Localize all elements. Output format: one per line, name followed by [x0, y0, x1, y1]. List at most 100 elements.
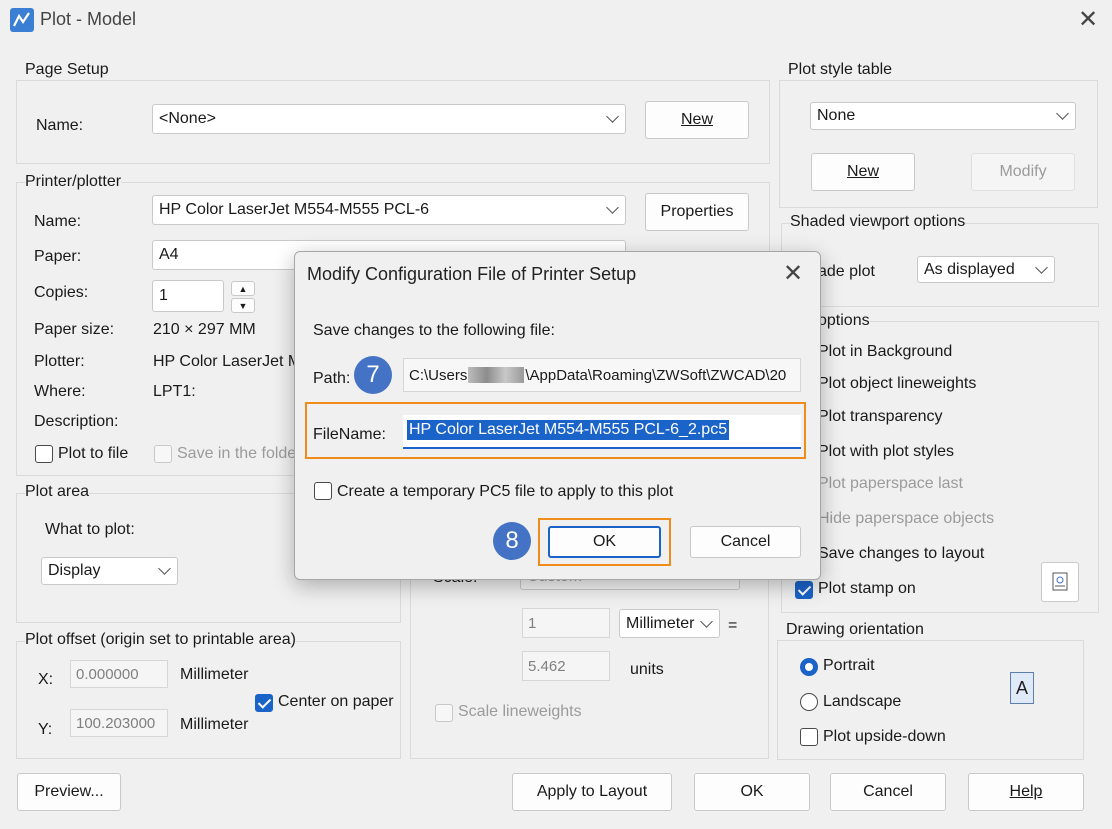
printer-name-combo[interactable]: HP Color LaserJet M554-M555 PCL-6	[152, 195, 626, 225]
offset-y-label: Y:	[38, 721, 53, 738]
portrait-radio[interactable]	[800, 658, 818, 676]
modal-path-field[interactable]: C:\Users \AppData\Roaming\ZWSoft\ZWCAD\20	[403, 358, 801, 392]
modal-path-start: C:\Users	[409, 366, 468, 384]
upside-down-label: Plot upside-down	[823, 728, 946, 745]
modal-filename-label: FileName:	[313, 426, 386, 443]
plot-stamp-settings-icon[interactable]	[1041, 562, 1079, 602]
redacted-username	[468, 367, 525, 383]
scale-lineweights-checkbox	[435, 704, 453, 722]
scale-value2-input[interactable]: 5.462	[522, 651, 610, 681]
modal-cancel-button[interactable]: Cancel	[690, 526, 801, 558]
step-badge-7: 7	[354, 356, 392, 394]
close-icon[interactable]: ✕	[1076, 8, 1100, 32]
plot-style-title: Plot style table	[788, 61, 893, 79]
shade-plot-value: As displayed	[924, 260, 1015, 278]
scale-units-label: units	[630, 661, 664, 678]
option-save-changes[interactable]: Save changes to layout	[818, 545, 984, 563]
option-plot-styles[interactable]: Plot with plot styles	[818, 443, 954, 461]
option-paperspace-last: Plot paperspace last	[818, 475, 963, 492]
option-hide-paperspace: Hide paperspace objects	[818, 510, 995, 527]
landscape-radio[interactable]	[800, 693, 818, 711]
center-on-paper-label: Center on paper	[278, 693, 394, 710]
temp-pc5-label: Create a temporary PC5 file to apply to …	[337, 483, 674, 500]
chevron-down-icon	[1056, 107, 1069, 120]
page-setup-name-label: Name:	[36, 117, 84, 134]
page-setup-title: Page Setup	[25, 61, 109, 79]
plot-offset-title: Plot offset (origin set to printable are…	[25, 631, 296, 649]
ok-button[interactable]: OK	[694, 773, 810, 811]
plotter-label: Plotter:	[34, 353, 85, 370]
paper-label: Paper:	[34, 248, 82, 265]
offset-x-unit: Millimeter	[180, 666, 249, 683]
paper-size-value: 210 × 297 MM	[153, 321, 256, 338]
page-setup-name-value: <None>	[159, 110, 216, 127]
step-badge-8: 8	[493, 522, 531, 560]
landscape-label: Landscape	[823, 693, 902, 710]
plot-to-file-checkbox[interactable]	[35, 445, 53, 463]
what-to-plot-combo[interactable]: Display	[41, 557, 178, 585]
paper-size-label: Paper size:	[34, 321, 115, 338]
chevron-down-icon	[1035, 260, 1048, 274]
printer-title: Printer/plotter	[25, 173, 122, 191]
shade-plot-combo[interactable]: As displayed	[917, 256, 1055, 283]
options-title: options	[818, 312, 870, 330]
offset-x-label: X:	[38, 671, 54, 688]
modal-close-icon[interactable]: ✕	[781, 262, 805, 286]
modal-path-end: \AppData\Roaming\ZWSoft\ZWCAD\20	[525, 366, 787, 384]
copies-up-icon[interactable]: ▲	[231, 281, 255, 296]
modify-config-dialog: Modify Configuration File of Printer Set…	[294, 251, 821, 580]
description-label: Description:	[34, 413, 119, 430]
chevron-down-icon	[606, 110, 619, 123]
printer-name-value: HP Color LaserJet M554-M555 PCL-6	[159, 201, 430, 218]
properties-button[interactable]: Properties	[645, 193, 749, 231]
offset-x-input[interactable]: 0.000000	[70, 660, 168, 688]
preview-button[interactable]: Preview...	[17, 773, 121, 811]
app-icon	[10, 8, 34, 32]
cancel-button[interactable]: Cancel	[830, 773, 946, 811]
plot-area-title: Plot area	[25, 483, 90, 501]
copies-input[interactable]: 1	[152, 280, 224, 312]
plot-to-file-label: Plot to file	[58, 445, 129, 462]
where-value: LPT1:	[153, 383, 196, 400]
chevron-down-icon	[158, 562, 171, 575]
plot-stamp-checkbox[interactable]	[795, 581, 813, 599]
option-plot-transparency[interactable]: Plot transparency	[818, 408, 943, 426]
printer-name-label: Name:	[34, 213, 82, 230]
page-setup-name-combo[interactable]: <None>	[152, 104, 626, 134]
modal-filename-input[interactable]: HP Color LaserJet M554-M555 PCL-6_2.pc5	[403, 415, 801, 449]
plot-style-new-button[interactable]: New	[811, 153, 915, 191]
page-setup-new-button[interactable]: New	[645, 101, 749, 139]
help-button[interactable]: Help	[968, 773, 1084, 811]
chevron-down-icon	[606, 201, 619, 214]
orientation-title: Drawing orientation	[786, 621, 924, 639]
modal-ok-button[interactable]: OK	[548, 526, 661, 558]
shaded-title: Shaded viewport options	[790, 213, 966, 231]
plotter-value: HP Color LaserJet M	[153, 353, 302, 370]
temp-pc5-checkbox[interactable]	[314, 482, 332, 500]
orientation-preview-icon: A	[1010, 672, 1034, 704]
offset-y-unit: Millimeter	[180, 716, 249, 733]
plot-style-modify-button: Modify	[971, 153, 1075, 191]
option-plot-lineweights[interactable]: Plot object lineweights	[818, 375, 976, 393]
scale-unit-value: Millimeter	[626, 614, 695, 632]
copies-down-icon[interactable]: ▼	[231, 298, 255, 313]
scale-unit-combo[interactable]: Millimeter	[619, 609, 720, 638]
plot-style-value: None	[817, 107, 856, 124]
option-plot-stamp[interactable]: Plot stamp on	[818, 580, 916, 598]
scale-value1-input[interactable]: 1	[522, 608, 610, 638]
save-in-folder-label: Save in the folde	[177, 445, 297, 462]
center-on-paper-checkbox[interactable]	[255, 694, 273, 712]
portrait-label: Portrait	[823, 657, 875, 674]
what-to-plot-label: What to plot:	[45, 521, 135, 538]
window-title: Plot - Model	[40, 9, 137, 29]
option-plot-background[interactable]: Plot in Background	[818, 343, 952, 361]
upside-down-checkbox[interactable]	[800, 728, 818, 746]
modal-save-text: Save changes to the following file:	[313, 322, 555, 339]
apply-to-layout-button[interactable]: Apply to Layout	[512, 773, 672, 811]
modal-title: Modify Configuration File of Printer Set…	[307, 264, 637, 284]
modal-filename-value: HP Color LaserJet M554-M555 PCL-6_2.pc5	[407, 420, 730, 440]
plot-style-combo[interactable]: None	[810, 102, 1076, 130]
offset-y-input[interactable]: 100.203000	[70, 709, 168, 737]
where-label: Where:	[34, 383, 86, 400]
scale-lineweights-label: Scale lineweights	[458, 703, 582, 720]
